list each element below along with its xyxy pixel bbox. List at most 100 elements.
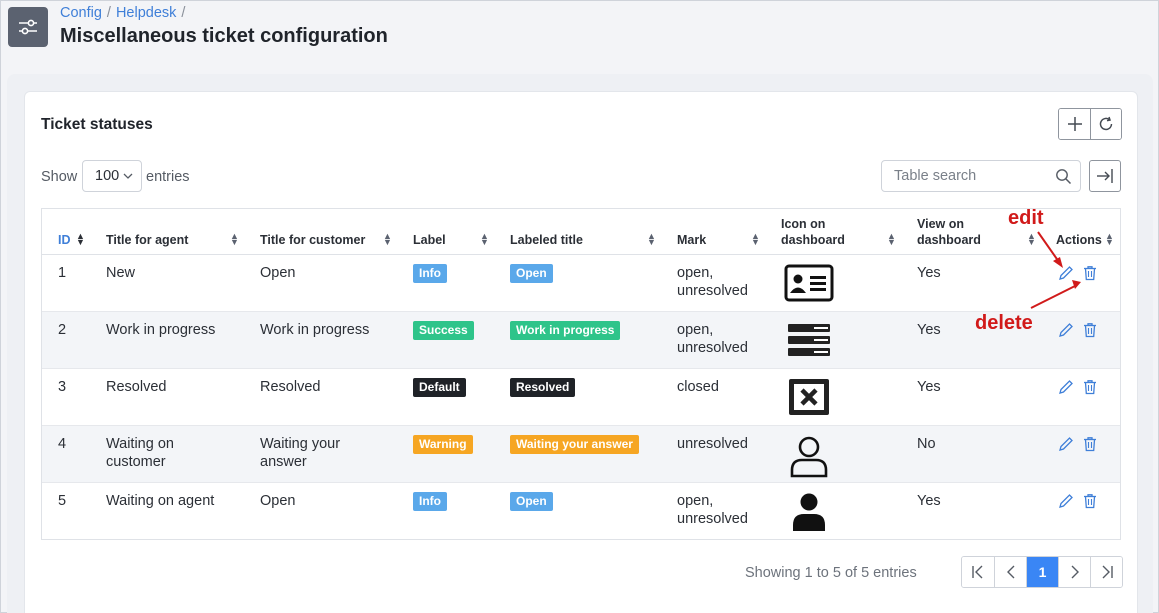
- trash-icon: [1084, 494, 1096, 509]
- add-button[interactable]: [1059, 109, 1090, 139]
- table-row: 1 New Open Info Open open, unresolved Ye…: [42, 255, 1120, 312]
- delete-button[interactable]: [1082, 322, 1098, 342]
- last-page-icon: [1102, 565, 1113, 579]
- labeled-title-badge: Open: [510, 264, 553, 283]
- edit-button[interactable]: [1058, 322, 1074, 342]
- column-label: Labeled title: [510, 233, 583, 247]
- sort-icon: ▲ ▼: [383, 231, 392, 247]
- column-label: ID: [58, 233, 71, 247]
- card-actions: [1058, 108, 1122, 140]
- label-badge: Info: [413, 264, 447, 283]
- page-title: Miscellaneous ticket configuration: [60, 25, 388, 47]
- refresh-icon: [1099, 116, 1113, 131]
- search-icon: [1056, 169, 1072, 185]
- label-badge: Warning: [413, 435, 473, 454]
- user-solid-icon: [791, 491, 827, 537]
- export-button[interactable]: [1089, 160, 1121, 192]
- cell-mark: closed: [677, 379, 719, 395]
- sort-icon: ▲ ▼: [480, 231, 489, 247]
- edit-button[interactable]: [1058, 379, 1074, 399]
- page-header: Config / Helpdesk / Miscellaneous ticket co…: [1, 1, 1158, 73]
- prev-page-button[interactable]: [994, 557, 1026, 587]
- cell-id: 2: [58, 322, 67, 338]
- cell-mark: open, unresolved: [677, 322, 748, 356]
- pagination: 1: [961, 556, 1123, 588]
- first-page-icon: [972, 565, 983, 579]
- edit-button[interactable]: [1058, 436, 1074, 456]
- pencil-icon: [1059, 380, 1073, 394]
- page-1-button[interactable]: 1: [1026, 557, 1058, 587]
- cell-id: 4: [58, 436, 67, 452]
- search-placeholder: Table search: [894, 168, 977, 184]
- edit-button[interactable]: [1058, 493, 1074, 513]
- column-label: Title for agent: [106, 233, 189, 247]
- user-outline-icon: [788, 434, 830, 482]
- sort-icon: ▲ ▼: [751, 231, 760, 247]
- column-header-view-dashboard[interactable]: View on dashboard: [917, 209, 997, 255]
- cell-title-customer: Resolved: [260, 379, 321, 395]
- cell-view-dashboard: No: [917, 436, 936, 452]
- entries-value: 100: [95, 168, 120, 184]
- cell-view-dashboard: Yes: [917, 322, 941, 338]
- next-page-button[interactable]: [1058, 557, 1090, 587]
- column-header-mark[interactable]: Mark: [677, 209, 706, 255]
- cell-title-agent: Resolved: [106, 379, 167, 395]
- column-header-icon-dashboard[interactable]: Icon on dashboard: [781, 209, 861, 255]
- entries-label: entries: [146, 169, 190, 185]
- table-row: 4 Waiting on customer Waiting your answe…: [42, 426, 1120, 483]
- chevron-left-icon: [1006, 565, 1014, 579]
- export-icon: [1097, 169, 1113, 183]
- sort-icon: ▲ ▼: [76, 231, 85, 247]
- show-label: Show: [41, 169, 78, 185]
- column-header-title-customer[interactable]: Title for customer: [260, 209, 365, 255]
- sliders-icon: [8, 7, 48, 47]
- cell-title-agent: Waiting on customer: [106, 436, 174, 470]
- close-box-icon: [787, 377, 831, 421]
- trash-icon: [1084, 323, 1096, 338]
- delete-button[interactable]: [1082, 379, 1098, 399]
- trash-icon: [1084, 380, 1096, 395]
- delete-button[interactable]: [1082, 436, 1098, 456]
- label-badge: Info: [413, 492, 447, 511]
- column-label: View on dashboard: [917, 217, 981, 247]
- cell-title-agent: Waiting on agent: [106, 493, 215, 509]
- cell-view-dashboard: Yes: [917, 379, 941, 395]
- refresh-button[interactable]: [1090, 109, 1121, 139]
- breadcrumb-separator: /: [181, 5, 186, 21]
- sort-icon: ▲ ▼: [230, 231, 239, 247]
- column-header-title-agent[interactable]: Title for agent: [106, 209, 188, 255]
- chevron-down-icon: [123, 173, 133, 179]
- chevron-right-icon: [1071, 565, 1079, 579]
- column-label: Label: [413, 233, 446, 247]
- column-header-label[interactable]: Label: [413, 209, 446, 255]
- table-search-input[interactable]: Table search: [881, 160, 1081, 192]
- table-row: 3 Resolved Resolved Default Resolved clo…: [42, 369, 1120, 426]
- cell-title-agent: Work in progress: [106, 322, 216, 338]
- pencil-icon: [1059, 437, 1073, 451]
- column-header-id[interactable]: ID: [58, 209, 71, 255]
- column-label: Icon on dashboard: [781, 217, 845, 247]
- pagination-info: Showing 1 to 5 of 5 entries: [745, 565, 917, 581]
- cell-title-customer: Work in progress: [260, 322, 370, 338]
- pencil-icon: [1059, 323, 1073, 337]
- labeled-title-badge: Open: [510, 492, 553, 511]
- column-header-labeled-title[interactable]: Labeled title: [510, 209, 583, 255]
- first-page-button[interactable]: [962, 557, 994, 587]
- cell-id: 5: [58, 493, 67, 509]
- server-stack-icon: [786, 320, 832, 364]
- label-badge: Success: [413, 321, 474, 340]
- sort-icon: ▲ ▼: [647, 231, 656, 247]
- last-page-button[interactable]: [1090, 557, 1122, 587]
- cell-view-dashboard: Yes: [917, 265, 941, 281]
- cell-mark: open, unresolved: [677, 265, 748, 299]
- cell-title-customer: Open: [260, 265, 296, 281]
- labeled-title-badge: Resolved: [510, 378, 576, 397]
- breadcrumb-config[interactable]: Config: [60, 5, 102, 21]
- delete-button[interactable]: [1082, 493, 1098, 513]
- entries-select[interactable]: 100: [82, 160, 142, 192]
- pencil-icon: [1059, 494, 1073, 508]
- column-label: Mark: [677, 233, 707, 247]
- breadcrumb-helpdesk[interactable]: Helpdesk: [116, 5, 176, 21]
- label-badge: Default: [413, 378, 466, 397]
- labeled-title-badge: Waiting your answer: [510, 435, 639, 454]
